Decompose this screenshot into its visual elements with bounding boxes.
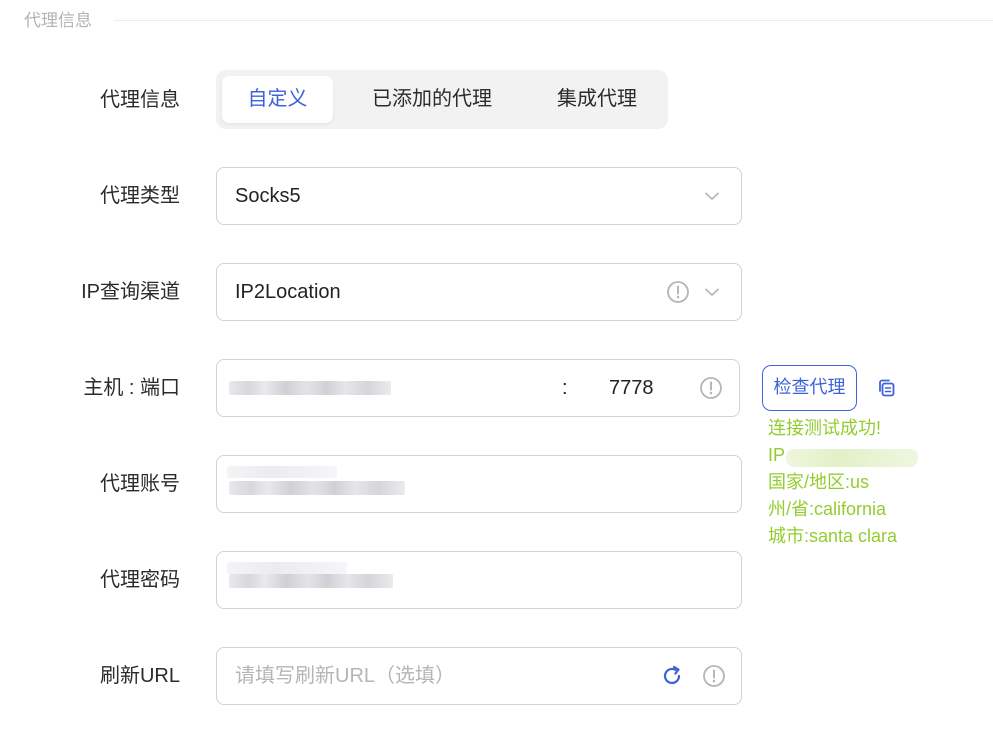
host-value-redacted (229, 381, 391, 395)
account-input[interactable] (216, 455, 742, 513)
result-country: 国家/地区:us (768, 472, 870, 492)
result-state: 州/省:california (768, 499, 887, 519)
section-divider (114, 20, 993, 21)
chevron-down-icon (705, 192, 719, 200)
host-port-separator: : (562, 377, 568, 399)
label-proxy-type: 代理类型 (100, 185, 180, 207)
proxy-source-tabs: 自定义 已添加的代理 集成代理 (216, 70, 668, 129)
label-ip-channel: IP查询渠道 (81, 281, 180, 303)
ip-channel-value: IP2Location (235, 281, 341, 303)
chevron-down-icon (705, 288, 719, 296)
label-account: 代理账号 (100, 473, 180, 495)
account-value-redacted-faint (227, 466, 337, 478)
label-password: 代理密码 (100, 569, 180, 591)
ip-channel-select[interactable]: IP2Location (216, 263, 742, 321)
result-status: 连接测试成功! (768, 418, 882, 438)
port-value[interactable]: 7778 (609, 360, 654, 416)
check-proxy-button[interactable]: 检查代理 (762, 365, 857, 411)
proxy-type-select[interactable]: Socks5 (216, 167, 742, 225)
info-icon[interactable] (702, 664, 726, 688)
refresh-icon[interactable] (660, 664, 684, 688)
section-title: 代理信息 (24, 9, 106, 33)
info-icon[interactable] (666, 280, 690, 304)
password-value-redacted-faint (227, 562, 347, 574)
result-ip-redacted (786, 449, 918, 467)
proxy-type-value: Socks5 (235, 185, 301, 207)
result-ip-label: IP (768, 445, 786, 465)
tab-added-proxies[interactable]: 已添加的代理 (354, 76, 510, 123)
account-value-redacted (229, 481, 405, 495)
label-host-port: 主机 : 端口 (83, 377, 180, 399)
label-proxy-info: 代理信息 (100, 89, 180, 111)
refresh-url-input[interactable]: 请填写刷新URL（选填） (216, 647, 742, 705)
tab-integrated-proxy[interactable]: 集成代理 (534, 76, 660, 123)
result-city: 城市:santa clara (768, 526, 898, 546)
info-icon[interactable] (699, 376, 723, 400)
host-port-input[interactable]: : 7778 (216, 359, 740, 417)
copy-icon[interactable] (876, 377, 898, 399)
result-ip: IP (768, 442, 785, 469)
refresh-url-placeholder: 请填写刷新URL（选填） (235, 665, 456, 687)
password-value-redacted (229, 574, 393, 588)
tab-custom[interactable]: 自定义 (222, 76, 333, 123)
section-header: 代理信息 (24, 9, 993, 33)
password-input[interactable] (216, 551, 742, 609)
label-refresh-url: 刷新URL (99, 665, 180, 687)
